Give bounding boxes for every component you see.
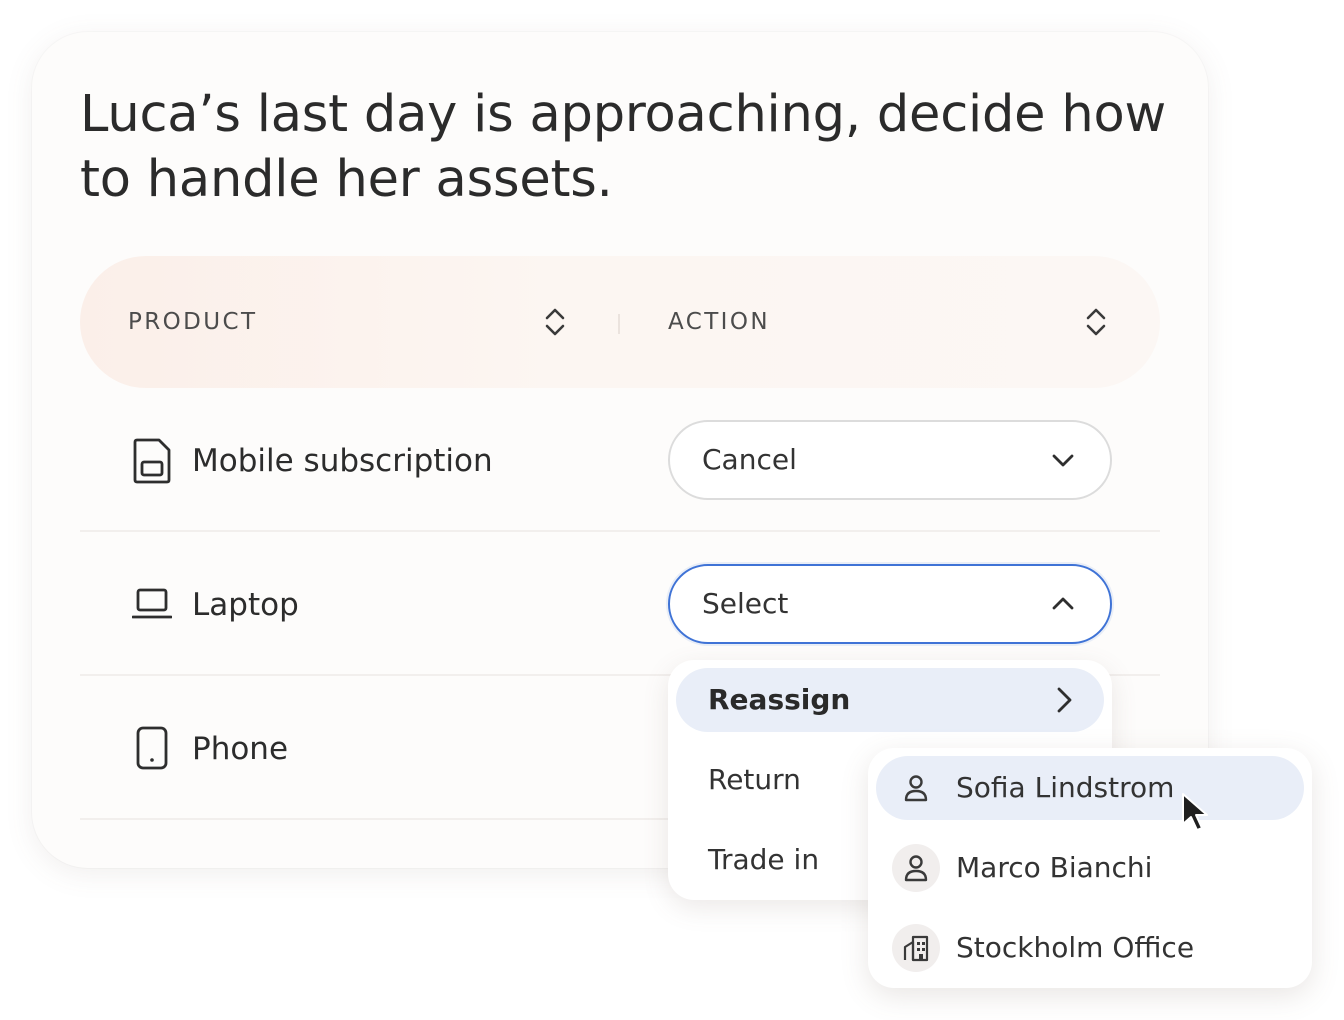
- laptop-icon: [132, 588, 172, 619]
- avatar: [892, 844, 940, 892]
- sim-card-icon: [133, 438, 171, 484]
- chevron-right-icon: [1057, 687, 1072, 713]
- menu-item-reassign[interactable]: Reassign: [676, 668, 1104, 732]
- menu-item-label: Return: [708, 763, 801, 796]
- reassign-option-stockholm-office[interactable]: Stockholm Office: [876, 916, 1304, 980]
- reassign-option-label: Marco Bianchi: [956, 851, 1153, 884]
- avatar: [892, 764, 940, 812]
- sort-icon[interactable]: [542, 306, 568, 338]
- menu-item-label: Reassign: [708, 683, 851, 716]
- building-icon: [903, 935, 929, 962]
- reassign-option-marco-bianchi[interactable]: Marco Bianchi: [876, 836, 1304, 900]
- table-header: PRODUCT ACTION: [80, 256, 1160, 388]
- sort-icon[interactable]: [1083, 306, 1109, 338]
- column-header-action[interactable]: ACTION: [668, 256, 770, 388]
- column-divider: [618, 314, 620, 334]
- action-select-value: Cancel: [702, 443, 797, 476]
- action-select[interactable]: Cancel: [668, 420, 1112, 500]
- product-name: Laptop: [192, 587, 299, 623]
- row-divider: [80, 530, 1160, 532]
- menu-item-label: Trade in: [708, 843, 820, 876]
- product-name: Phone: [192, 731, 289, 767]
- reassign-submenu: Sofia Lindstrom Marco Bianchi Stockholm …: [868, 748, 1312, 988]
- avatar: [892, 924, 940, 972]
- page-title: Luca’s last day is approaching, decide h…: [80, 85, 1167, 209]
- action-select-open[interactable]: Select: [668, 564, 1112, 644]
- column-header-product[interactable]: PRODUCT: [128, 256, 257, 388]
- person-icon: [904, 775, 928, 802]
- product-name: Mobile subscription: [192, 443, 493, 479]
- reassign-option-sofia-lindstrom[interactable]: Sofia Lindstrom: [876, 756, 1304, 820]
- mouse-cursor-icon: [1182, 793, 1208, 831]
- reassign-option-label: Stockholm Office: [956, 931, 1195, 964]
- chevron-down-icon: [1052, 454, 1074, 467]
- reassign-option-label: Sofia Lindstrom: [956, 771, 1175, 804]
- phone-icon: [136, 726, 168, 770]
- person-icon: [904, 855, 928, 882]
- chevron-up-icon: [1052, 597, 1074, 610]
- action-select-value: Select: [702, 587, 789, 620]
